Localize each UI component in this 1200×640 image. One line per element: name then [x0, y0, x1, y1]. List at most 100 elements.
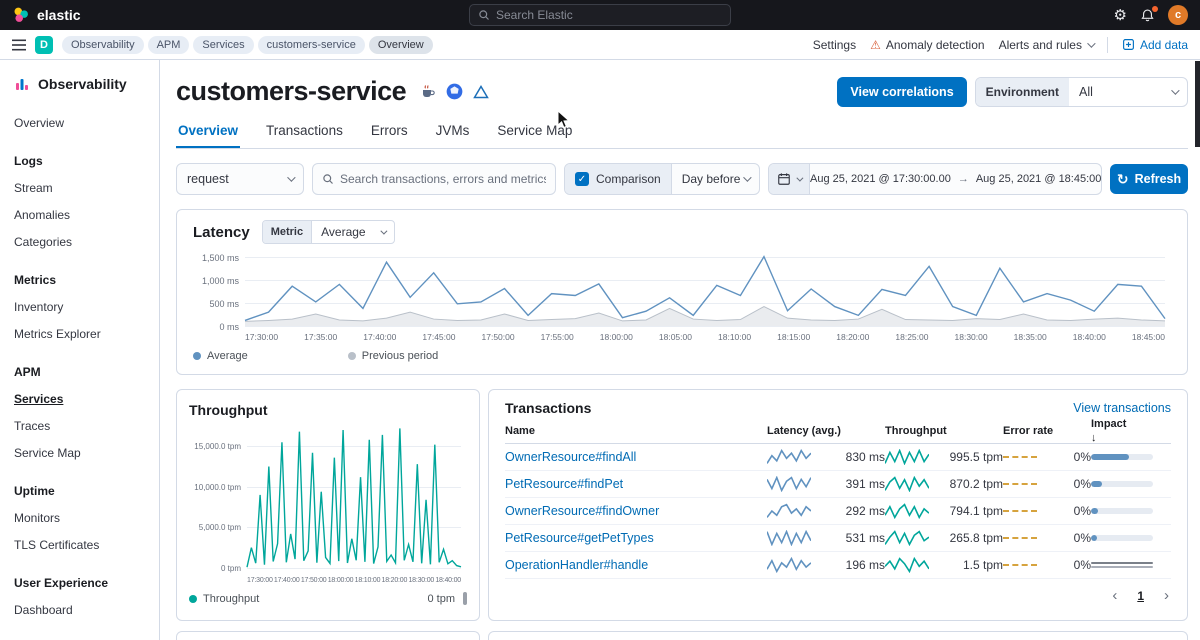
legend-previous-period[interactable]: Previous period: [348, 350, 438, 362]
sidebar-item-tls-certificates[interactable]: TLS Certificates: [14, 538, 145, 552]
y-axis-label: 1,500 ms: [193, 253, 239, 263]
throughput-cell-sparkline: [885, 449, 929, 465]
end-time[interactable]: Aug 25, 2021 @ 18:45:00.00: [976, 173, 1102, 185]
transactions-column-headers: NameLatency (avg.)ThroughputError rateIm…: [505, 418, 1171, 444]
column-header-impact[interactable]: Impact ↓: [1091, 418, 1171, 444]
breadcrumb-apm[interactable]: APM: [148, 36, 190, 54]
kubernetes-icon: [446, 83, 463, 100]
throughput-cell: 794.1 tpm: [885, 503, 1003, 519]
latency-metric-select[interactable]: Metric Average: [262, 220, 395, 244]
impact-bar: [1091, 508, 1153, 514]
latency-cell: 531 ms: [767, 530, 885, 546]
nav-actions: Settings ⚠ Anomaly detection Alerts and …: [813, 37, 1188, 53]
sidebar-item-monitors[interactable]: Monitors: [14, 511, 145, 525]
space-avatar[interactable]: D: [35, 36, 53, 54]
sidebar-item-stream[interactable]: Stream: [14, 181, 145, 195]
column-header-name[interactable]: Name: [505, 425, 767, 437]
comparison-control[interactable]: ✓ Comparison Day before: [564, 163, 760, 195]
throughput-cell-value: 995.5 tpm: [937, 450, 1003, 464]
date-picker[interactable]: Aug 25, 2021 @ 17:30:00.00 → Aug 25, 202…: [768, 163, 1102, 195]
global-search-input[interactable]: [496, 8, 722, 22]
page-scrollbar[interactable]: [1195, 61, 1200, 147]
tab-overview[interactable]: Overview: [176, 117, 240, 148]
service-icons: [420, 83, 489, 100]
comparison-checkbox[interactable]: ✓: [575, 172, 589, 186]
comparison-period-select[interactable]: Day before: [672, 172, 759, 186]
x-axis-label: 17:55:00: [541, 332, 574, 342]
settings-link[interactable]: Settings: [813, 38, 856, 52]
sidebar-item-anomalies[interactable]: Anomalies: [14, 208, 145, 222]
calendar-dropdown[interactable]: [769, 164, 810, 194]
tab-service-map[interactable]: Service Map: [495, 117, 574, 148]
breadcrumb-services[interactable]: Services: [193, 36, 253, 54]
breadcrumb-customers-service[interactable]: customers-service: [258, 36, 365, 54]
elastic-logo-icon: [12, 6, 30, 24]
sidebar-app-title: Observability: [38, 76, 127, 92]
legend-scrollbar[interactable]: [463, 592, 467, 605]
transaction-link[interactable]: PetResource#getPetTypes: [505, 531, 767, 545]
start-time[interactable]: Aug 25, 2021 @ 17:30:00.00: [810, 173, 951, 185]
transaction-type-select[interactable]: request: [176, 163, 304, 195]
add-data-link[interactable]: Add data: [1122, 38, 1188, 52]
sidebar-item-overview[interactable]: Overview: [14, 116, 145, 130]
anomaly-detection-link[interactable]: ⚠ Anomaly detection: [870, 38, 985, 52]
chevron-down-icon: [287, 173, 295, 181]
sidebar-item-traces[interactable]: Traces: [14, 419, 145, 433]
x-axis-label: 18:40:00: [1073, 332, 1106, 342]
view-correlations-button[interactable]: View correlations: [837, 77, 966, 107]
column-header-error-rate[interactable]: Error rate: [1003, 425, 1091, 437]
anomaly-detection-label: Anomaly detection: [886, 38, 985, 52]
throughput-cell-sparkline: [885, 476, 929, 492]
transaction-link[interactable]: OperationHandler#handle: [505, 558, 767, 572]
impact-cell: [1091, 562, 1171, 568]
y-axis-label: 500 ms: [193, 299, 239, 309]
throughput-cell-value: 265.8 tpm: [937, 531, 1003, 545]
refresh-button[interactable]: ↻ Refresh: [1110, 164, 1188, 194]
menu-icon[interactable]: [12, 39, 26, 51]
tab-errors[interactable]: Errors: [369, 117, 410, 148]
sidebar-item-services[interactable]: Services: [14, 392, 145, 406]
sidebar-item-service-map[interactable]: Service Map: [14, 446, 145, 460]
sidebar-item-metrics-explorer[interactable]: Metrics Explorer: [14, 327, 145, 341]
impact-bar: [1091, 535, 1153, 541]
search-transactions-input[interactable]: [340, 172, 546, 186]
page-1-button[interactable]: 1: [1137, 589, 1144, 603]
sidebar-item-dashboard[interactable]: Dashboard: [14, 603, 145, 617]
cloud-provider-icon: [473, 85, 489, 99]
transaction-link[interactable]: PetResource#findPet: [505, 477, 767, 491]
column-header-throughput[interactable]: Throughput: [885, 425, 1003, 437]
comparison-toggle[interactable]: ✓ Comparison: [565, 164, 672, 194]
view-transactions-link[interactable]: View transactions: [1073, 401, 1171, 415]
chevron-down-icon: [743, 173, 751, 181]
legend-average[interactable]: Average: [193, 350, 248, 362]
sidebar-item-inventory[interactable]: Inventory: [14, 300, 145, 314]
sidebar-item-categories[interactable]: Categories: [14, 235, 145, 249]
environment-select[interactable]: Environment All: [975, 77, 1188, 107]
prev-page-button[interactable]: ‹: [1112, 588, 1117, 603]
alerts-and-rules-dropdown[interactable]: Alerts and rules: [999, 38, 1093, 52]
transaction-link[interactable]: OwnerResource#findAll: [505, 450, 767, 464]
column-header-latency-avg[interactable]: Latency (avg.): [767, 425, 885, 437]
x-axis-label: 18:00:00: [600, 332, 633, 342]
impact-cell: [1091, 454, 1171, 460]
transactions-rows: OwnerResource#findAll 830 ms 995.5 tpm 0% Pe…: [505, 444, 1171, 579]
transaction-link[interactable]: OwnerResource#findOwner: [505, 504, 767, 518]
search-transactions[interactable]: [312, 163, 556, 195]
latency-plot: 1,500 ms1,000 ms500 ms0 ms: [245, 252, 1165, 326]
environment-value: All: [1069, 78, 1187, 106]
user-avatar[interactable]: c: [1168, 5, 1188, 25]
throughput-cell: 995.5 tpm: [885, 449, 1003, 465]
tab-transactions[interactable]: Transactions: [264, 117, 345, 148]
legend-throughput[interactable]: Throughput: [189, 593, 259, 605]
elastic-logo[interactable]: elastic: [12, 6, 81, 24]
tab-jvms[interactable]: JVMs: [434, 117, 472, 148]
global-search[interactable]: [469, 4, 731, 26]
breadcrumb-observability[interactable]: Observability: [62, 36, 144, 54]
transaction-type-value: request: [187, 172, 229, 186]
x-axis-label: 18:45:00: [1132, 332, 1165, 342]
next-page-button[interactable]: ›: [1164, 588, 1169, 603]
error-rate-value: 0%: [1045, 450, 1091, 464]
notifications-bell-icon[interactable]: [1140, 8, 1155, 23]
latency-cell-value: 830 ms: [819, 450, 885, 464]
gear-icon[interactable]: ⚙: [1114, 8, 1127, 23]
